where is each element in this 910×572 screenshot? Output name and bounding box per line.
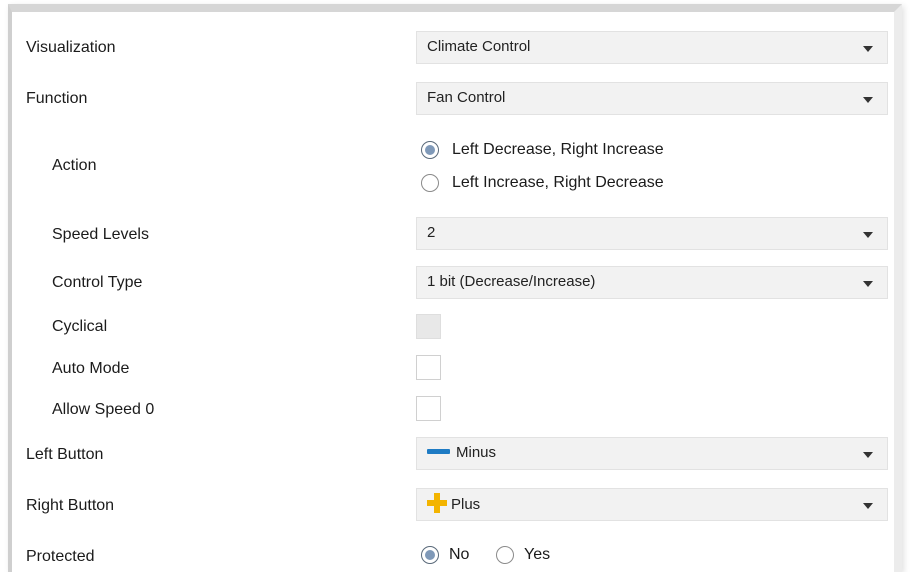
function-value: Fan Control (427, 89, 506, 106)
protected-option-no: No (449, 546, 470, 563)
visualization-value: Climate Control (427, 38, 531, 55)
right-button-value: Plus (451, 495, 481, 513)
left-button-value-wrap: Minus (427, 444, 496, 461)
control-type-value: 1 bit (Decrease/Increase) (427, 273, 596, 290)
action-option-left-increase: Left Increase, Right Decrease (452, 174, 664, 191)
chevron-down-icon (863, 281, 873, 287)
allow-speed-0-label: Allow Speed 0 (52, 401, 155, 418)
protected-label: Protected (26, 548, 95, 565)
left-button-label: Left Button (26, 446, 104, 463)
control-type-dropdown[interactable]: 1 bit (Decrease/Increase) (416, 266, 888, 299)
protected-radio-no[interactable] (421, 546, 439, 564)
right-button-value-wrap: Plus (427, 493, 481, 515)
action-option-left-decrease: Left Decrease, Right Increase (452, 141, 664, 158)
auto-mode-label: Auto Mode (52, 360, 130, 377)
action-label: Action (52, 157, 97, 174)
function-dropdown[interactable]: Fan Control (416, 82, 888, 115)
control-type-label: Control Type (52, 274, 143, 291)
protected-radio-yes[interactable] (496, 546, 514, 564)
chevron-down-icon (863, 452, 873, 458)
allow-speed-0-checkbox[interactable] (416, 396, 441, 421)
auto-mode-checkbox[interactable] (416, 355, 441, 380)
protected-option-yes: Yes (524, 546, 551, 563)
minus-icon (427, 448, 450, 454)
right-button-label: Right Button (26, 497, 115, 514)
plus-icon (427, 493, 447, 513)
chevron-down-icon (863, 46, 873, 52)
speed-levels-dropdown[interactable]: 2 (416, 217, 888, 250)
cyclical-checkbox (416, 314, 441, 339)
speed-levels-value: 2 (427, 224, 436, 241)
left-button-dropdown[interactable]: Minus (416, 437, 888, 470)
function-label: Function (26, 90, 88, 107)
visualization-dropdown[interactable]: Climate Control (416, 31, 888, 64)
chevron-down-icon (863, 97, 873, 103)
chevron-down-icon (863, 232, 873, 238)
action-radio-left-decrease[interactable] (421, 141, 439, 159)
left-button-value: Minus (456, 444, 497, 461)
visualization-label: Visualization (26, 39, 116, 56)
speed-levels-label: Speed Levels (52, 226, 149, 243)
cyclical-label: Cyclical (52, 318, 108, 335)
chevron-down-icon (863, 503, 873, 509)
right-button-dropdown[interactable]: Plus (416, 488, 888, 521)
action-radio-left-increase[interactable] (421, 174, 439, 192)
